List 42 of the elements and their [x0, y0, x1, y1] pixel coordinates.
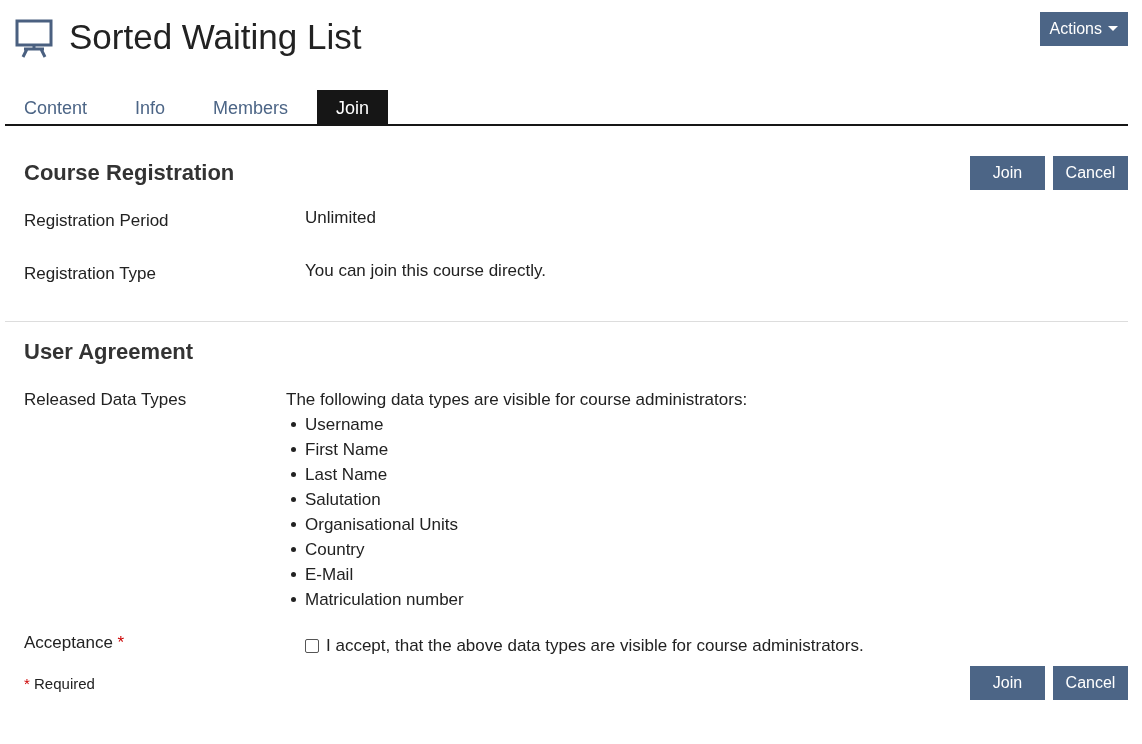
field-label: Acceptance — [24, 633, 113, 652]
data-type-item: First Name — [305, 439, 389, 461]
intro-text: The following data types are visible for course administrators: — [286, 389, 748, 411]
bullet-icon — [291, 522, 296, 527]
actions-button[interactable]: Actions — [1039, 12, 1128, 46]
bullet-icon — [291, 572, 296, 577]
section-heading: Course Registration — [24, 160, 235, 186]
bullet-icon — [291, 547, 296, 552]
required-note: Required — [34, 674, 95, 692]
tab[interactable]: Content — [5, 90, 107, 124]
data-type-item: Username — [305, 414, 384, 436]
form-button[interactable]: Join — [970, 666, 1045, 700]
data-type-item: Matriculation number — [305, 589, 464, 611]
form-button[interactable]: Cancel — [1053, 156, 1128, 190]
bullet-icon — [291, 422, 296, 427]
caret-icon — [1108, 26, 1118, 32]
bullet-icon — [291, 472, 296, 477]
easel-icon — [14, 18, 54, 58]
required-mark: * — [117, 633, 125, 652]
bullet-icon — [291, 497, 296, 502]
form-button[interactable]: Join — [970, 156, 1045, 190]
field-label: Registration Type — [24, 263, 157, 285]
tab[interactable]: Join — [317, 90, 389, 124]
field-value: Unlimited — [305, 208, 376, 228]
form-button[interactable]: Cancel — [1053, 666, 1128, 700]
bullet-icon — [291, 597, 296, 602]
field-label: Registration Period — [24, 210, 170, 232]
data-type-item: Organisational Units — [305, 514, 459, 536]
data-type-item: E-Mail — [305, 564, 354, 586]
tab[interactable]: Members — [194, 90, 308, 124]
bullet-icon — [291, 447, 296, 452]
data-type-item: Salutation — [305, 489, 381, 511]
data-type-item: Country — [305, 539, 365, 561]
checkbox[interactable] — [305, 639, 319, 653]
field-label: Released Data Types — [24, 389, 188, 411]
page-title: Sorted Waiting List — [69, 17, 363, 57]
field-value: You can join this course directly. — [305, 261, 546, 281]
required-mark: * — [24, 674, 30, 692]
data-type-item: Last Name — [305, 464, 388, 486]
tab[interactable]: Info — [116, 90, 185, 124]
checkbox-label[interactable]: I accept, that the above data types are visible for course administrators. — [326, 636, 864, 656]
section-heading: User Agreement — [24, 339, 195, 365]
